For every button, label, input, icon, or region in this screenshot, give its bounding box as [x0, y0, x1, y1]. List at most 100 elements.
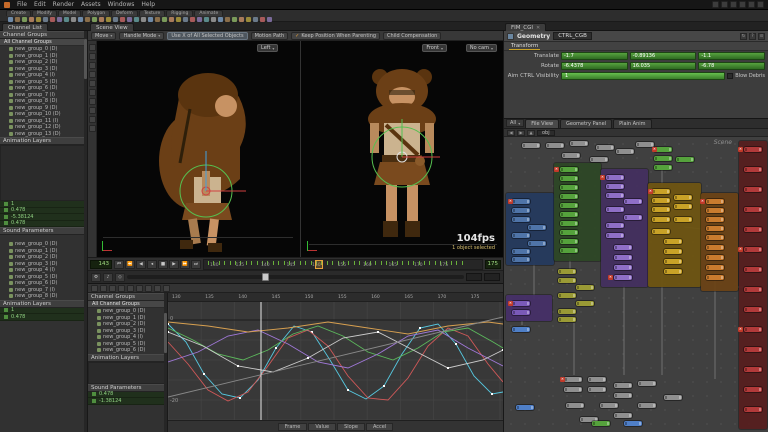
- anim-curve[interactable]: [168, 329, 503, 369]
- network-node[interactable]: [744, 287, 762, 292]
- keyframe-dot[interactable]: [383, 385, 385, 387]
- viewport-tool-icon[interactable]: [88, 44, 96, 51]
- network-node[interactable]: [522, 143, 540, 148]
- shelf-tool-icon[interactable]: [92, 16, 97, 22]
- pivot-option-pill[interactable]: Use X of All Selected Objects: [167, 31, 248, 40]
- shelf-tool-icon[interactable]: [22, 16, 27, 22]
- network-node[interactable]: [664, 259, 682, 264]
- network-node[interactable]: [676, 157, 694, 162]
- node-error-badge[interactable]: ✕: [700, 199, 705, 204]
- network-node[interactable]: [558, 278, 576, 283]
- network-canvas[interactable]: Scene ✕ ✕ ✕ ✕ ✕ ✕ ✕ ✕ ✕ ✕ ✕ ✕: [504, 137, 768, 432]
- shelf-tool-icon[interactable]: [155, 16, 160, 22]
- current-frame-field[interactable]: 143: [90, 259, 112, 269]
- graph-tool-icon[interactable]: [109, 284, 116, 292]
- network-node[interactable]: [560, 221, 578, 226]
- graph-tool-icon[interactable]: [118, 284, 125, 292]
- network-breadcrumb[interactable]: obj: [537, 129, 555, 136]
- camera-pill[interactable]: No cam ▾: [465, 44, 497, 52]
- shelf-tool-icon[interactable]: [15, 16, 20, 22]
- node-error-badge[interactable]: ✕: [560, 377, 565, 382]
- network-node[interactable]: [596, 145, 614, 150]
- menu-file[interactable]: File: [17, 1, 27, 8]
- shelf-tool-icon[interactable]: [106, 16, 111, 22]
- network-node[interactable]: [706, 275, 724, 280]
- shelf-tool-icon[interactable]: [218, 16, 223, 22]
- network-node[interactable]: [636, 142, 654, 147]
- shelf-tool-icon[interactable]: [85, 16, 90, 22]
- shelf-tool-icon[interactable]: [246, 16, 251, 22]
- network-node[interactable]: [560, 185, 578, 190]
- network-node[interactable]: [512, 310, 530, 315]
- shelf-tab-rigging[interactable]: Rigging: [166, 10, 194, 16]
- network-node[interactable]: [566, 403, 584, 408]
- shelf-tool-icon[interactable]: [239, 16, 244, 22]
- keep-position-toggle[interactable]: ✓ Keep Position When Parenting: [291, 31, 381, 40]
- play-reverse-button[interactable]: ◂: [147, 259, 157, 269]
- network-node[interactable]: [664, 239, 682, 244]
- param-value-field[interactable]: 16.035: [629, 62, 697, 70]
- viewport-tool-icon[interactable]: [88, 116, 96, 123]
- prev-key-button[interactable]: ⏪: [125, 259, 135, 269]
- viewport-canvas[interactable]: Left ▾ Front ▾ No cam ▾ 104fps 1 object sel…: [97, 41, 503, 257]
- shelf-tool-icon[interactable]: [8, 16, 13, 22]
- network-node[interactable]: [638, 381, 656, 386]
- shelf-tool-icon[interactable]: [29, 16, 34, 22]
- shelf-tool-icon[interactable]: [204, 16, 209, 22]
- network-node[interactable]: [558, 317, 576, 322]
- network-node[interactable]: [706, 208, 724, 213]
- shelf-tool-icon[interactable]: [50, 16, 55, 22]
- network-node[interactable]: [560, 203, 578, 208]
- pane-view-pill-front[interactable]: Front ▾: [422, 44, 447, 52]
- shelf-tool-icon[interactable]: [267, 16, 272, 22]
- child-compensation-toggle[interactable]: Child Compensation: [383, 31, 442, 40]
- graph-tool-icon[interactable]: [163, 284, 170, 292]
- character-side-view[interactable]: [122, 51, 292, 256]
- network-node[interactable]: [614, 393, 632, 398]
- keyframe-dot[interactable]: [377, 331, 379, 333]
- network-tab-file-view[interactable]: File View: [525, 119, 560, 128]
- network-node[interactable]: [624, 215, 642, 220]
- menubar-tool-icon[interactable]: [748, 1, 755, 8]
- menu-render[interactable]: Render: [53, 1, 74, 8]
- network-node[interactable]: [624, 199, 642, 204]
- network-node[interactable]: [560, 167, 578, 172]
- shelf-tool-icon[interactable]: [64, 16, 69, 22]
- network-node[interactable]: [528, 241, 546, 246]
- shelf-tool-icon[interactable]: [225, 16, 230, 22]
- network-node[interactable]: [706, 265, 724, 270]
- node-error-badge[interactable]: ✕: [608, 275, 613, 280]
- network-node[interactable]: [570, 141, 588, 146]
- graph-tool-icon[interactable]: [145, 284, 152, 292]
- node-error-badge[interactable]: ✕: [508, 301, 513, 306]
- network-node[interactable]: [652, 198, 670, 203]
- network-node[interactable]: [614, 245, 632, 250]
- network-node[interactable]: [706, 217, 724, 222]
- keyframe-dot[interactable]: [491, 393, 493, 395]
- viewport-tool-icon[interactable]: [88, 98, 96, 105]
- network-tab-geometry-panel[interactable]: Geometry Panel: [560, 119, 613, 128]
- network-node[interactable]: [576, 301, 594, 306]
- shelf-tool-icon[interactable]: [190, 16, 195, 22]
- network-node[interactable]: [744, 387, 762, 392]
- shelf-tool-icon[interactable]: [113, 16, 118, 22]
- network-node[interactable]: [606, 207, 624, 212]
- select-mode-dropdown[interactable]: Move ▾: [91, 31, 117, 40]
- motion-path-toggle[interactable]: Motion Path: [250, 31, 289, 40]
- tab-transform[interactable]: Transform: [509, 43, 541, 50]
- keyframe-dot[interactable]: [237, 365, 239, 367]
- network-node[interactable]: [652, 189, 670, 194]
- graph-tool-icon[interactable]: [127, 284, 134, 292]
- sync-icon[interactable]: ↻: [740, 32, 747, 40]
- sound-parameter-row[interactable]: 0.478: [0, 314, 87, 321]
- keyframe-dot[interactable]: [447, 367, 449, 369]
- param-value-field[interactable]: -1.7: [561, 52, 628, 60]
- menu-assets[interactable]: Assets: [81, 1, 101, 8]
- network-node[interactable]: [614, 413, 632, 418]
- node-error-badge[interactable]: ✕: [738, 147, 743, 152]
- network-node[interactable]: [564, 387, 582, 392]
- graph-footer-frame[interactable]: Frame: [277, 422, 308, 431]
- shelf-tool-icon[interactable]: [127, 16, 132, 22]
- keyframe-options-button[interactable]: ◇: [115, 272, 125, 282]
- network-node[interactable]: [562, 153, 580, 158]
